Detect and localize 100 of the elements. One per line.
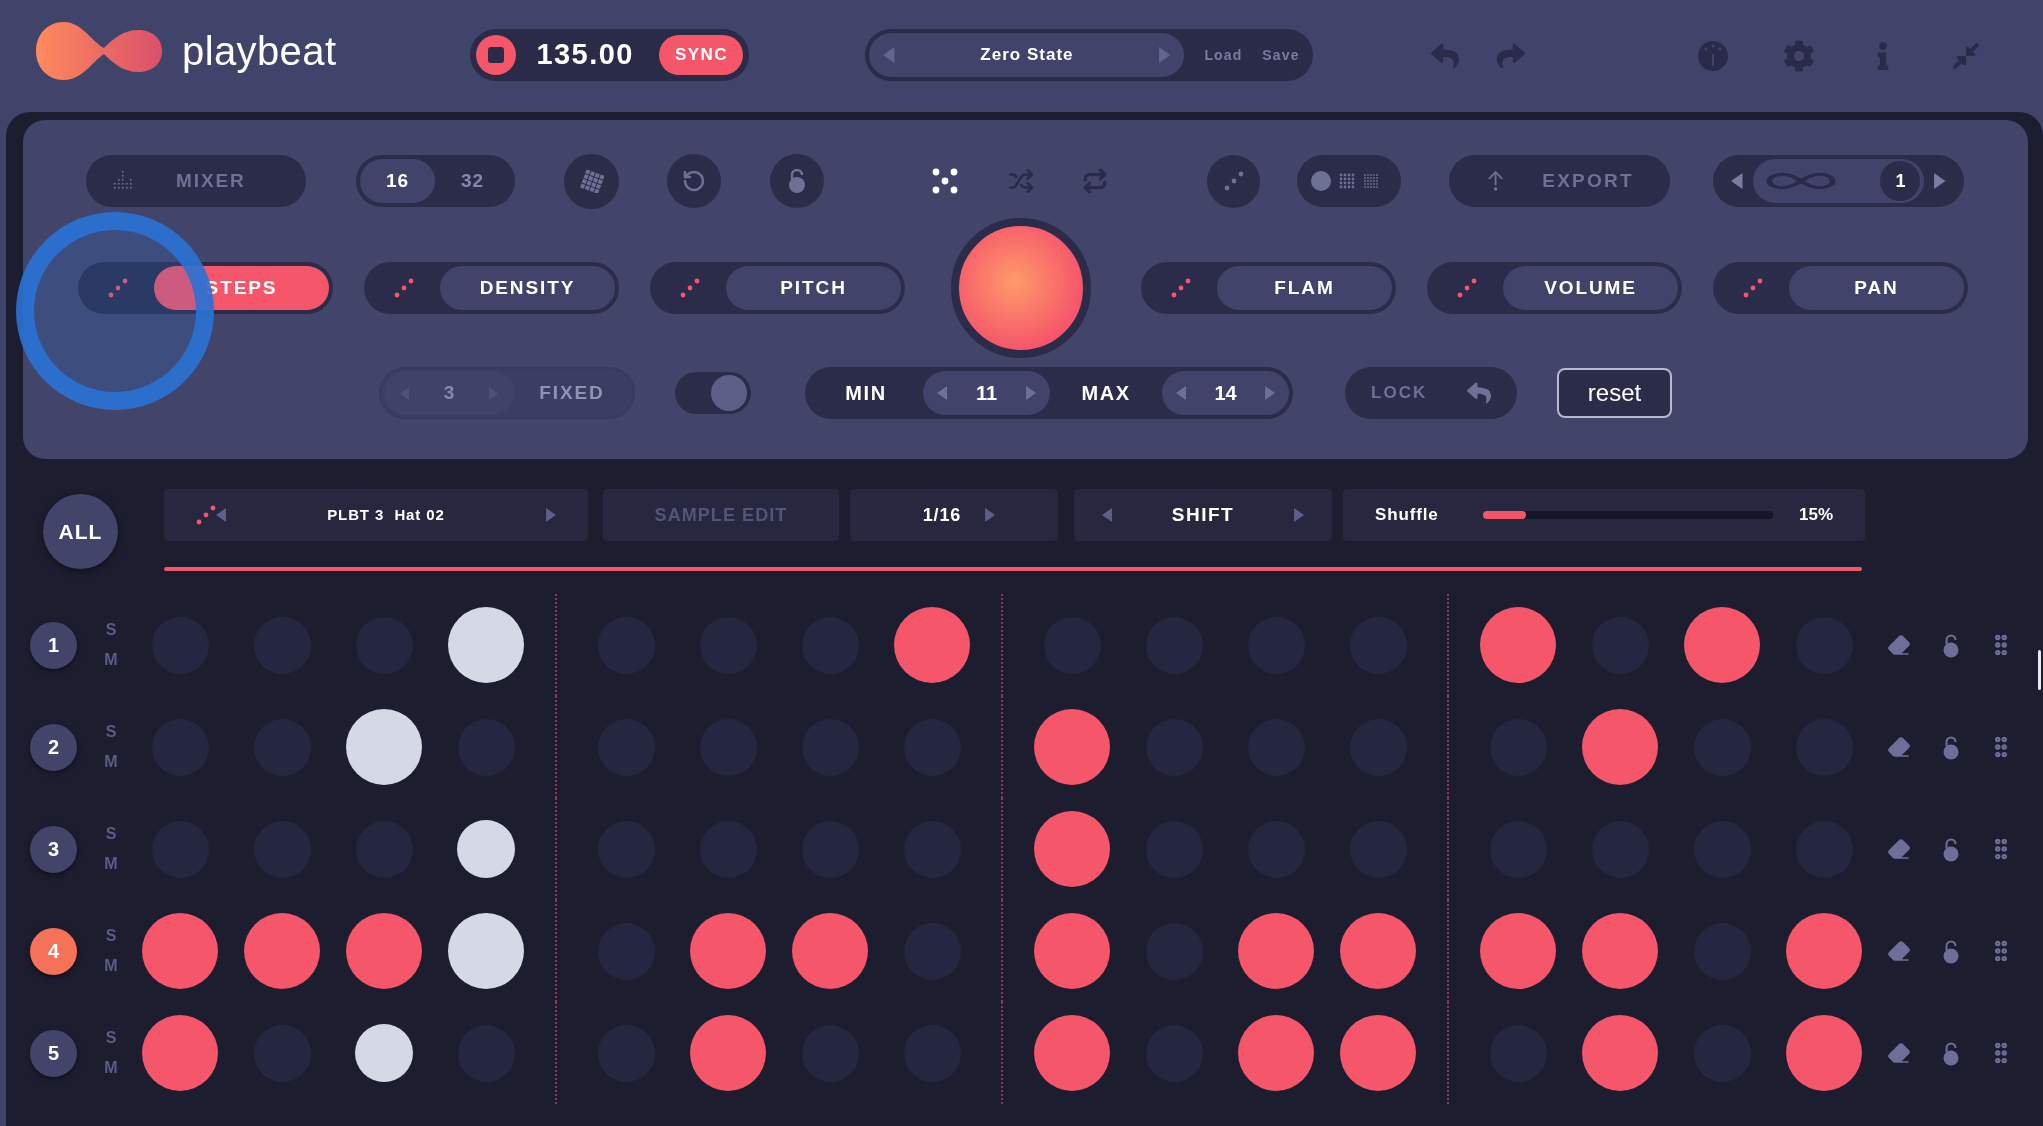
reset-rotation-button[interactable]: [667, 154, 721, 208]
parameter-tab[interactable]: PITCH: [726, 266, 901, 310]
app-name: playbeat: [182, 28, 337, 75]
step-count-value: 3: [443, 380, 455, 405]
eraser-icon[interactable]: [1887, 735, 1911, 759]
shift-label: SHIFT: [1171, 502, 1235, 527]
resolution-tab[interactable]: 16: [360, 159, 435, 203]
mute-button[interactable]: M: [104, 754, 118, 770]
dice-icon[interactable]: [932, 168, 958, 194]
diagonal-dots-icon: [1223, 171, 1244, 191]
random-dots-icon: [1457, 278, 1477, 298]
previous-icon[interactable]: [1731, 173, 1743, 189]
track-number[interactable]: 2: [30, 723, 77, 771]
next-icon[interactable]: [1293, 508, 1304, 522]
pattern-button[interactable]: [1207, 154, 1260, 208]
next-icon[interactable]: [1158, 47, 1171, 63]
undo-icon[interactable]: [1431, 42, 1460, 70]
resolution-tab[interactable]: 32: [435, 159, 510, 203]
lock-icon[interactable]: [1942, 734, 1960, 760]
swap-icon[interactable]: [1082, 168, 1108, 194]
shuffle-icon[interactable]: [1008, 168, 1034, 194]
track-number[interactable]: 4: [30, 927, 77, 975]
lock-icon: [787, 168, 807, 194]
previous-icon[interactable]: [216, 508, 227, 522]
next-icon[interactable]: [545, 508, 556, 522]
stop-button[interactable]: [476, 35, 517, 75]
eraser-icon[interactable]: [1887, 837, 1911, 861]
redo-icon[interactable]: [1497, 42, 1526, 70]
settings-icon[interactable]: [1783, 40, 1816, 72]
preset-action-button[interactable]: Save: [1262, 44, 1300, 66]
min-stepper[interactable]: 11: [923, 371, 1050, 415]
random-dots-icon: [680, 278, 700, 298]
loop-count[interactable]: 1: [1880, 161, 1921, 201]
next-icon[interactable]: [985, 508, 996, 522]
stop-icon: [488, 47, 505, 63]
track-number[interactable]: 5: [30, 1029, 77, 1077]
step-pad[interactable]: [457, 820, 515, 878]
shift-control[interactable]: SHIFT: [1074, 489, 1332, 541]
parameter-tab[interactable]: VOLUME: [1503, 266, 1678, 310]
lock-button[interactable]: [770, 154, 824, 208]
preset-selector[interactable]: Zero State: [869, 33, 1185, 77]
lock-icon[interactable]: [1942, 938, 1960, 964]
preset-name: Zero State: [980, 44, 1074, 67]
sample-selector[interactable]: PLBT 3 Hat 02: [164, 489, 588, 541]
tempo-value[interactable]: 135.00: [536, 33, 634, 77]
mute-button[interactable]: M: [104, 652, 118, 668]
min-label: MIN: [844, 381, 888, 406]
solo-button[interactable]: S: [105, 928, 117, 944]
toggle-switch[interactable]: [675, 372, 751, 414]
max-stepper[interactable]: 14: [1162, 371, 1289, 415]
lock-icon[interactable]: [1942, 1040, 1960, 1066]
solo-button[interactable]: S: [105, 826, 117, 842]
compress-icon[interactable]: [1951, 41, 1982, 71]
solo-button[interactable]: S: [105, 1030, 117, 1046]
sample-name: PLBT 3 Hat 02: [326, 504, 446, 525]
rotate-icon: [682, 169, 706, 193]
export-button[interactable]: EXPORT: [1449, 155, 1670, 207]
solo-button[interactable]: S: [105, 622, 117, 638]
shuffle-value: 15%: [1798, 504, 1833, 527]
mute-button[interactable]: M: [104, 856, 118, 872]
sync-button[interactable]: SYNC: [659, 35, 744, 75]
shuffle-slider[interactable]: [1482, 511, 1773, 519]
gauge-icon[interactable]: [1697, 40, 1730, 72]
preset-action-button[interactable]: Load: [1204, 44, 1243, 66]
parameter-tab[interactable]: FLAM: [1217, 266, 1392, 310]
eraser-icon[interactable]: [1887, 633, 1911, 657]
mute-button[interactable]: M: [104, 958, 118, 974]
lock-icon[interactable]: [1942, 632, 1960, 658]
lock-icon[interactable]: [1942, 836, 1960, 862]
fixed-label[interactable]: FIXED: [514, 378, 630, 408]
division-value: 1/16: [922, 503, 962, 527]
eraser-icon[interactable]: [1887, 939, 1911, 963]
toggle-knob: [711, 375, 747, 411]
track-number[interactable]: 3: [30, 825, 77, 873]
random-dots-icon: [1743, 278, 1763, 298]
increase-icon[interactable]: [1264, 386, 1275, 400]
decrease-icon[interactable]: [937, 386, 948, 400]
reset-button[interactable]: reset: [1557, 368, 1672, 418]
grid-icon: [579, 169, 604, 193]
step-pad[interactable]: [355, 1024, 413, 1082]
decrease-icon[interactable]: [1176, 386, 1187, 400]
solo-button[interactable]: S: [105, 724, 117, 740]
density-button[interactable]: [1297, 155, 1401, 207]
scroll-thumb[interactable]: [2038, 650, 2041, 690]
parameter-tab[interactable]: DENSITY: [440, 266, 615, 310]
all-button[interactable]: ALL: [43, 494, 118, 569]
undo-icon: [1467, 381, 1491, 405]
next-icon[interactable]: [1934, 173, 1946, 189]
lock-undo-button[interactable]: LOCK: [1345, 367, 1517, 419]
mixer-button[interactable]: MIXER: [86, 155, 306, 207]
mute-button[interactable]: M: [104, 1060, 118, 1076]
parameter-tab[interactable]: PAN: [1789, 266, 1964, 310]
track-number[interactable]: 1: [30, 621, 77, 669]
previous-icon[interactable]: [883, 47, 895, 63]
eraser-icon[interactable]: [1887, 1041, 1911, 1065]
increase-icon[interactable]: [1025, 386, 1036, 400]
random-dots-icon: [108, 278, 128, 298]
random-dots-icon: [196, 505, 216, 525]
previous-icon[interactable]: [1102, 508, 1113, 522]
division-selector[interactable]: 1/16: [850, 489, 1058, 541]
